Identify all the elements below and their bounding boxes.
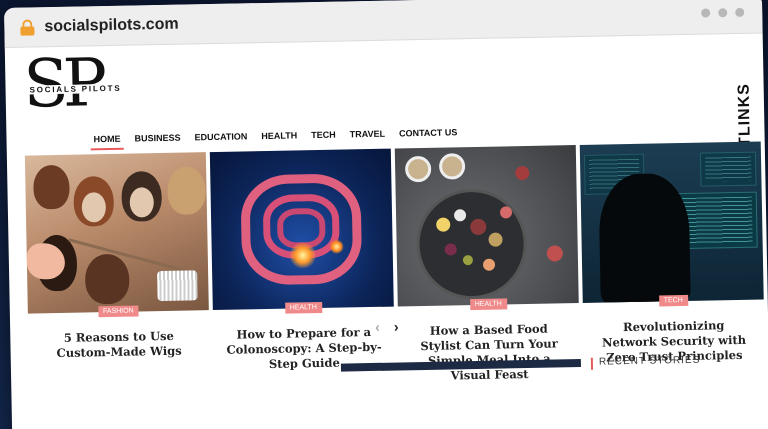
window-dot-icon[interactable]: [735, 7, 745, 17]
nav-item-contact-us[interactable]: CONTACT US: [392, 123, 465, 144]
site-logo[interactable]: SP SOCIALS PILOTS: [23, 44, 134, 126]
post-card[interactable]: TECH Revolutionizing Network Security wi…: [579, 141, 765, 380]
carousel-pager: ‹ ›: [375, 318, 399, 334]
category-badge[interactable]: HEALTH: [469, 298, 507, 311]
url-text[interactable]: socialspilots.com: [44, 15, 179, 36]
recent-stories-label: RECENT STORIES: [598, 354, 701, 368]
nav-item-travel[interactable]: TRAVEL: [343, 125, 393, 146]
main-nav: HOME BUSINESS EDUCATION HEALTH TECH TRAV…: [86, 123, 464, 150]
chevron-left-icon[interactable]: ‹: [375, 319, 380, 335]
lock-icon: [20, 18, 35, 36]
site-content: SP SOCIALS PILOTS HOME BUSINESS EDUCATIO…: [5, 33, 768, 429]
post-card[interactable]: FASHION 5 Reasons to Use Custom-Made Wig…: [24, 152, 210, 391]
category-badge[interactable]: FASHION: [97, 305, 139, 318]
post-image-colon[interactable]: [209, 148, 394, 311]
featured-posts-carousel: FASHION 5 Reasons to Use Custom-Made Wig…: [24, 141, 765, 391]
nav-item-health[interactable]: HEALTH: [254, 126, 304, 147]
post-image-wigs[interactable]: [24, 152, 209, 314]
window-dot-icon[interactable]: [701, 8, 711, 18]
logo-tagline: SOCIALS PILOTS: [27, 83, 124, 95]
post-image-food[interactable]: [394, 145, 579, 307]
nav-item-business[interactable]: BUSINESS: [127, 129, 187, 150]
post-title[interactable]: 5 Reasons to Use Custom-Made Wigs: [28, 328, 210, 361]
category-badge[interactable]: TECH: [658, 294, 688, 307]
post-image-hacker[interactable]: [579, 141, 764, 303]
post-card[interactable]: HEALTH How to Prepare for a Colonoscopy:…: [209, 148, 395, 388]
chevron-right-icon[interactable]: ›: [394, 318, 399, 334]
heading-accent-bar: [590, 357, 594, 370]
category-badge[interactable]: HEALTH: [284, 301, 322, 314]
post-card[interactable]: HEALTH How a Based Food Stylist Can Turn…: [394, 145, 580, 384]
browser-window: socialspilots.com SP SOCIALS PILOTS HOME…: [4, 0, 768, 429]
nav-item-home[interactable]: HOME: [86, 130, 127, 151]
recent-stories-heading: RECENT STORIES: [590, 354, 701, 370]
nav-item-tech[interactable]: TECH: [304, 126, 343, 147]
window-dot-icon[interactable]: [718, 8, 728, 18]
post-title[interactable]: How a Based Food Stylist Can Turn Your S…: [398, 321, 580, 384]
window-controls: [701, 7, 745, 18]
nav-item-education[interactable]: EDUCATION: [187, 127, 254, 148]
